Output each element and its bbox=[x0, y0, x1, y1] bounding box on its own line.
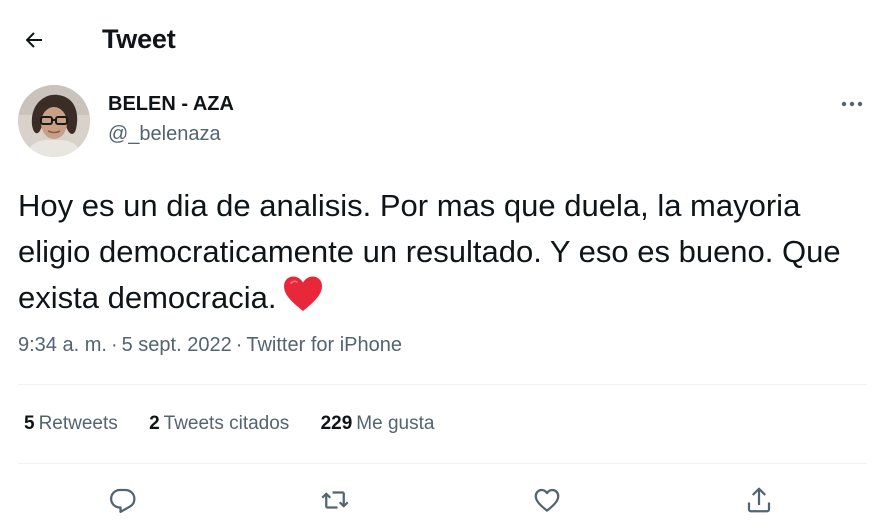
divider bbox=[18, 463, 867, 464]
reply-button[interactable] bbox=[103, 480, 143, 520]
tweet-stats: 5 Retweets 2 Tweets citados 229 Me gusta bbox=[24, 413, 460, 435]
more-options-button[interactable] bbox=[832, 88, 872, 120]
author-handle[interactable]: @_belenaza bbox=[108, 123, 221, 146]
share-icon bbox=[744, 485, 774, 515]
more-dots-icon bbox=[840, 100, 864, 108]
retweets-label: Retweets bbox=[38, 413, 118, 434]
author-name[interactable]: BELEN - AZA bbox=[108, 93, 234, 116]
quote-tweets-stat[interactable]: 2 Tweets citados bbox=[149, 413, 289, 435]
like-button[interactable] bbox=[527, 480, 567, 520]
tweet-page: Tweet BELEN - AZA @_belenaza Hoy es un d… bbox=[0, 0, 876, 532]
page-title: Tweet bbox=[102, 24, 176, 54]
quote-tweets-label: Tweets citados bbox=[163, 413, 290, 434]
quote-tweets-count: 2 bbox=[149, 413, 160, 434]
retweets-stat[interactable]: 5 Retweets bbox=[24, 413, 118, 435]
likes-label: Me gusta bbox=[356, 413, 435, 434]
avatar[interactable] bbox=[18, 85, 90, 157]
divider bbox=[18, 384, 867, 385]
arrow-left-icon bbox=[22, 28, 46, 52]
retweet-icon bbox=[319, 485, 351, 515]
tweet-text-content: Hoy es un dia de analisis. Por mas que d… bbox=[18, 188, 841, 315]
separator-dot: · bbox=[235, 334, 243, 356]
tweet-date[interactable]: 5 sept. 2022 bbox=[122, 334, 232, 356]
likes-count: 229 bbox=[320, 413, 353, 434]
like-icon bbox=[532, 485, 562, 515]
retweets-count: 5 bbox=[24, 413, 35, 434]
share-button[interactable] bbox=[739, 480, 779, 520]
reply-icon bbox=[108, 485, 138, 515]
likes-stat[interactable]: 229 Me gusta bbox=[321, 413, 435, 435]
tweet-time[interactable]: 9:34 a. m. bbox=[18, 334, 107, 356]
tweet-text: Hoy es un dia de analisis. Por mas que d… bbox=[18, 183, 853, 321]
tweet-metadata: 9:34 a. m. · 5 sept. 2022 · Twitter for iPho… bbox=[18, 334, 402, 357]
tweet-source[interactable]: Twitter for iPhone bbox=[246, 334, 402, 356]
page-header: Tweet bbox=[0, 0, 876, 80]
red-heart-icon bbox=[282, 275, 324, 313]
separator-dot: · bbox=[110, 334, 118, 356]
retweet-button[interactable] bbox=[315, 480, 355, 520]
back-button[interactable] bbox=[14, 20, 54, 60]
